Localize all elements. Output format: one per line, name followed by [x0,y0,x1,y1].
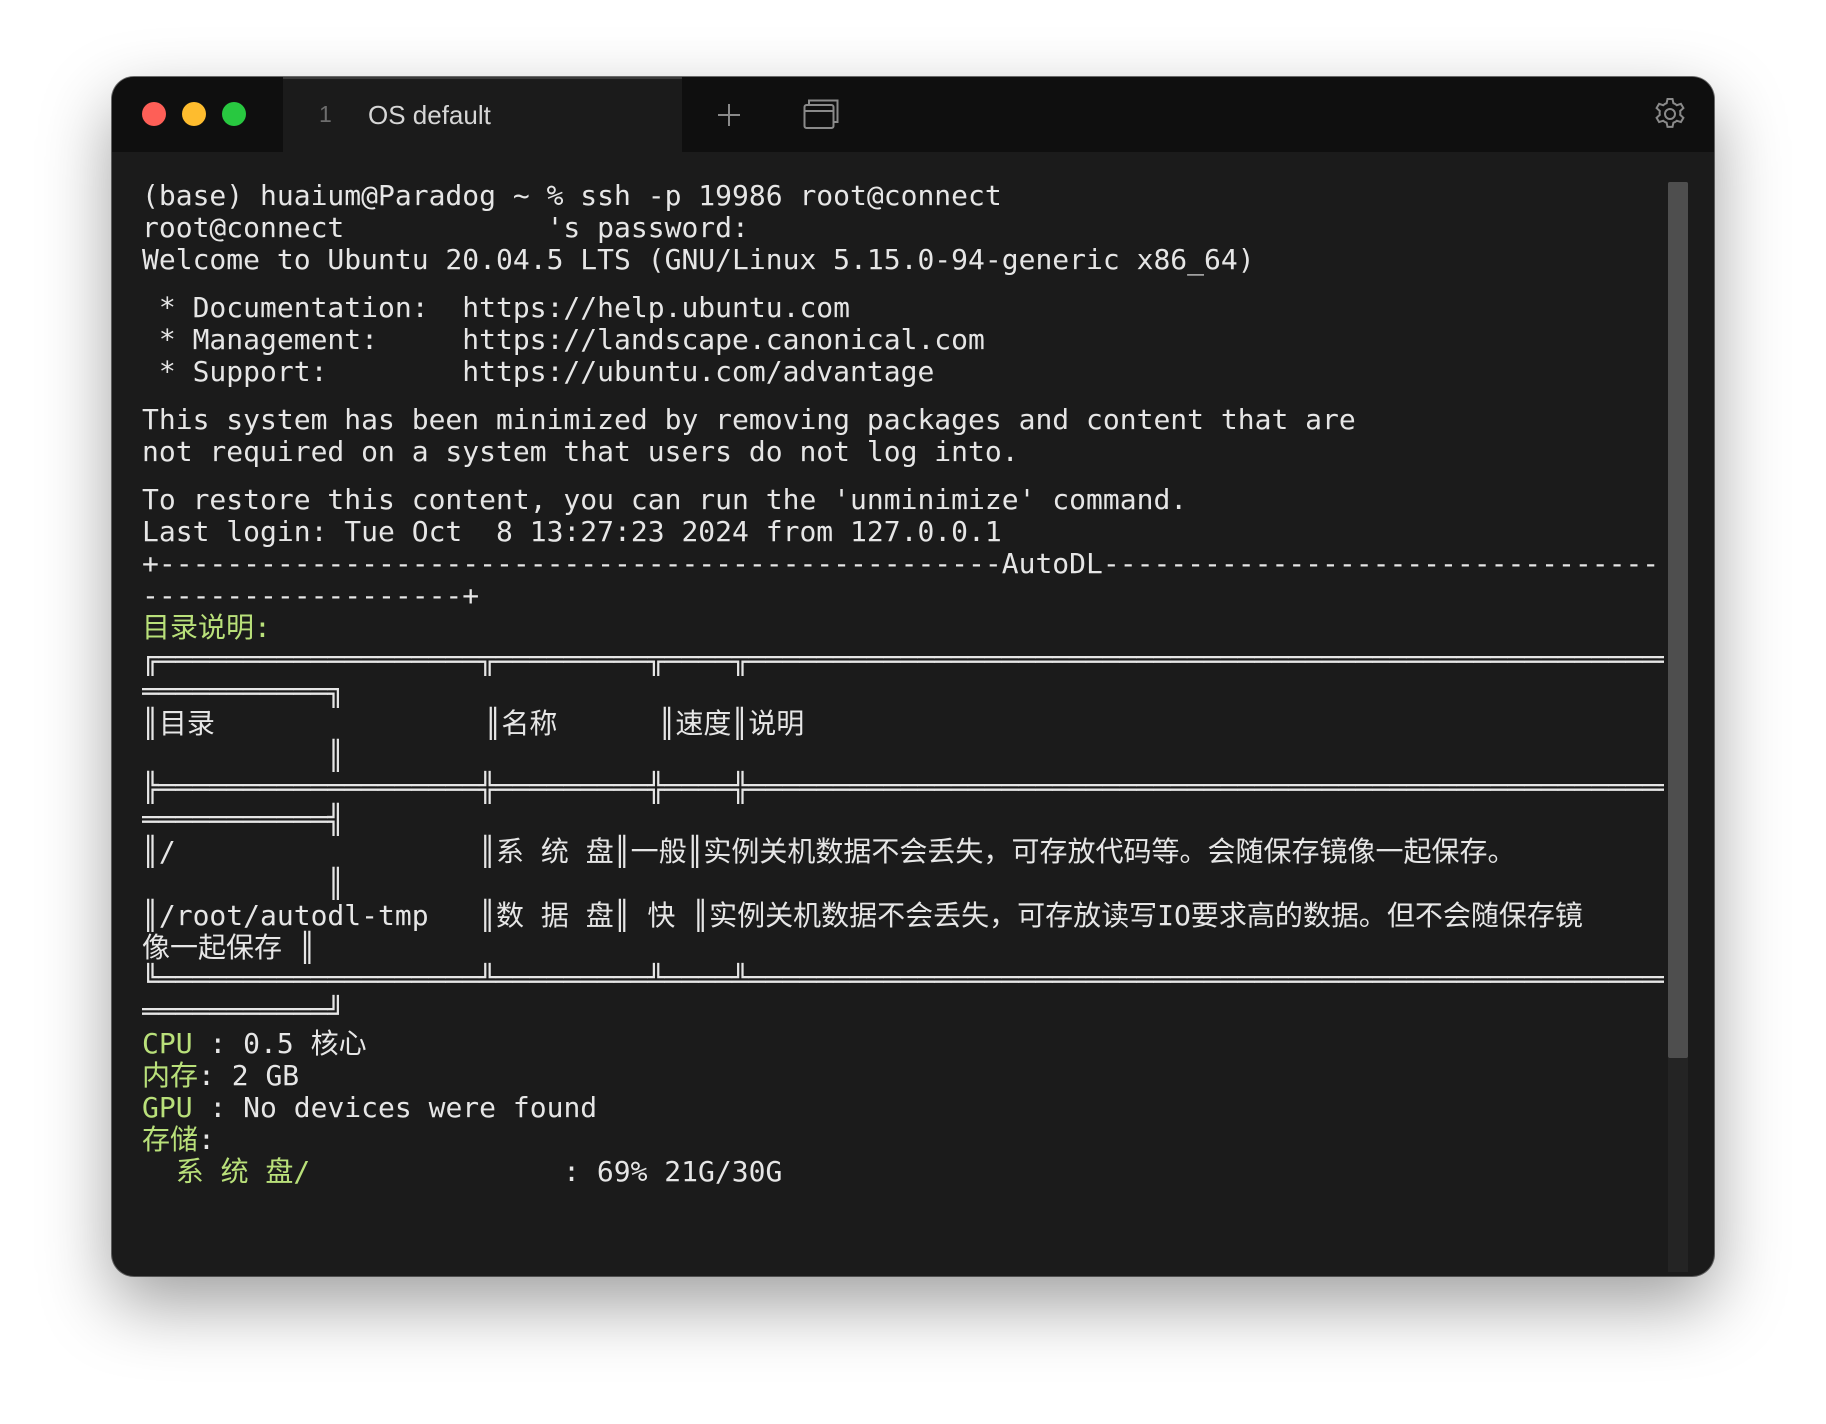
system-disk-value: : 69% 21G/30G [310,1155,783,1188]
prompt-line: (base) huaium@Paradog ~ % ssh -p 19986 r… [142,180,1002,212]
documentation-line: * Documentation: https://help.ubuntu.com [142,291,851,324]
table-row-data-disk-cont: 像一起保存 ║ [142,931,316,964]
table-mid-border: ╠═══════════════════╬═════════╬════╬════… [142,771,1664,804]
plus-icon[interactable] [715,101,743,129]
table-row-system-disk: ║/ ║系 统 盘║一般║实例关机数据不会丢失，可存放代码等。会随保存镜像一起保… [142,835,1516,868]
scrollbar-thumb[interactable] [1668,182,1688,1058]
table-header-row-cont: ║ [142,739,345,772]
management-line: * Management: https://landscape.canonica… [142,323,985,356]
last-login-line: Last login: Tue Oct 8 13:27:23 2024 from… [142,515,1002,548]
tab-title: OS default [368,100,491,130]
table-mid-border-cont: ═══════════╣ [142,803,345,836]
autodl-separator-cont: -------------------+ [142,579,480,612]
table-row-system-disk-cont: ║ [142,867,345,900]
cpu-value: : 0.5 核心 [192,1027,367,1060]
dir-heading: 目录说明: [142,611,271,644]
maximize-button[interactable] [222,102,246,126]
support-line: * Support: https://ubuntu.com/advantage [142,355,935,388]
table-top-border: ╔═══════════════════╦═════════╦════╦════… [142,643,1664,676]
title-bar: 1 OS default [112,77,1714,152]
table-bottom-border: ╚═══════════════════╩═════════╩════╩════… [142,963,1664,996]
cpu-line: CPU : 0.5 核心 [142,1028,1664,1060]
table-header-row: ║目录 ║名称 ║速度║说明 [142,707,805,740]
autodl-separator: +---------------------------------------… [142,547,1664,580]
tab-index: 1 [319,101,332,127]
table-row-data-disk: ║/root/autodl-tmp ║数 据 盘║ 快 ║实例关机数据不会丢失，… [142,899,1583,932]
cpu-label: CPU [142,1027,193,1060]
window-stack-icon[interactable] [802,97,840,131]
memory-value: : 2 GB [198,1059,300,1092]
system-disk-label: 系 统 盘/ [142,1155,311,1188]
terminal-output[interactable]: (base) huaium@Paradog ~ % ssh -p 19986 r… [142,180,1664,1265]
password-line: root@connect 's password: [142,211,749,244]
scrollbar[interactable] [1668,182,1688,1272]
gpu-value: : No devices were found [192,1091,598,1124]
terminal-window: 1 OS default (base) huaium@Paradog ~ % s… [112,77,1714,1276]
gpu-line: GPU : No devices were found [142,1092,1664,1124]
gpu-label: GPU [142,1091,193,1124]
table-top-border-cont: ═══════════╗ [142,675,345,708]
system-disk-line: 系 统 盘/ : 69% 21G/30G [142,1156,1664,1188]
storage-label: 存储 [142,1123,199,1156]
minimize-button[interactable] [182,102,206,126]
minimized-line-2: not required on a system that users do n… [142,435,1019,468]
memory-line: 内存: 2 GB [142,1060,1664,1092]
minimized-line-1: This system has been minimized by removi… [142,403,1356,436]
table-bottom-border-cont: ═══════════╝ [142,995,345,1028]
gear-icon[interactable] [1652,96,1688,132]
restore-line: To restore this content, you can run the… [142,483,1188,516]
storage-line: 存储: [142,1124,1664,1156]
memory-label: 内存 [142,1059,199,1092]
close-button[interactable] [142,102,166,126]
tab-os-default[interactable]: 1 OS default [283,77,682,152]
welcome-line: Welcome to Ubuntu 20.04.5 LTS (GNU/Linux… [142,243,1255,276]
storage-colon: : [198,1123,215,1156]
